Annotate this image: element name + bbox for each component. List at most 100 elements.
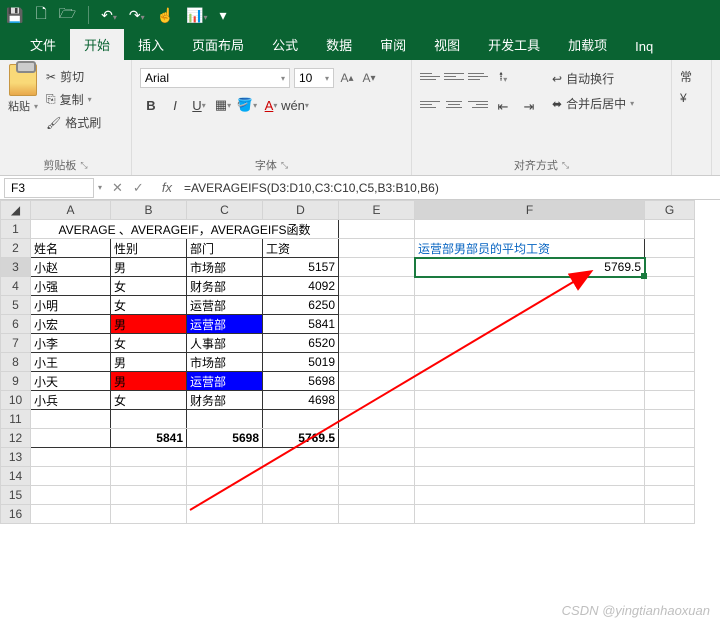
cell[interactable] xyxy=(415,429,645,448)
cell[interactable] xyxy=(339,258,415,277)
cell[interactable] xyxy=(415,391,645,410)
cell[interactable]: 4092 xyxy=(263,277,339,296)
cell[interactable]: 男 xyxy=(111,353,187,372)
cell[interactable] xyxy=(339,315,415,334)
undo-icon[interactable]: ↶▾ xyxy=(101,7,117,24)
cell[interactable] xyxy=(31,467,111,486)
cell[interactable] xyxy=(263,410,339,429)
cell[interactable] xyxy=(415,334,645,353)
cell[interactable]: 女 xyxy=(111,296,187,315)
touch-icon[interactable]: ☝ xyxy=(157,7,174,24)
cell[interactable]: 小宏 xyxy=(31,315,111,334)
cell[interactable]: 男 xyxy=(111,315,187,334)
row-header[interactable]: 4 xyxy=(1,277,31,296)
cell[interactable]: 6520 xyxy=(263,334,339,353)
cell[interactable] xyxy=(415,410,645,429)
cell[interactable]: 性别 xyxy=(111,239,187,258)
col-header-E[interactable]: E xyxy=(339,201,415,220)
cell[interactable]: 工资 xyxy=(263,239,339,258)
cell[interactable] xyxy=(415,277,645,296)
cell[interactable] xyxy=(31,429,111,448)
cell[interactable]: 财务部 xyxy=(187,391,263,410)
cell[interactable]: 人事部 xyxy=(187,334,263,353)
cell[interactable] xyxy=(415,296,645,315)
cell[interactable]: 小兵 xyxy=(31,391,111,410)
align-center-icon[interactable] xyxy=(444,96,464,112)
enter-formula-icon[interactable]: ✓ xyxy=(133,180,144,196)
cell[interactable] xyxy=(31,486,111,505)
cell[interactable]: 5841 xyxy=(111,429,187,448)
cell[interactable] xyxy=(31,448,111,467)
underline-button[interactable]: U▾ xyxy=(188,94,210,116)
cell[interactable]: 小天 xyxy=(31,372,111,391)
cell[interactable]: AVERAGE 、AVERAGEIF，AVERAGEIFS函数 xyxy=(31,220,339,239)
col-header-C[interactable]: C xyxy=(187,201,263,220)
select-all-corner[interactable]: ◢ xyxy=(1,201,31,220)
font-size-select[interactable]: 10▾ xyxy=(294,68,334,88)
orientation-icon[interactable]: ⭫▾ xyxy=(492,68,514,90)
cell[interactable] xyxy=(415,372,645,391)
cell[interactable] xyxy=(31,505,111,524)
cut-button[interactable]: ✂剪切 xyxy=(46,68,101,85)
cell[interactable] xyxy=(339,239,415,258)
cell[interactable]: 5157 xyxy=(263,258,339,277)
cell[interactable]: 女 xyxy=(111,391,187,410)
format-painter-button[interactable]: 🖌格式刷 xyxy=(46,114,101,131)
col-header-F[interactable]: F xyxy=(415,201,645,220)
active-cell[interactable]: 5769.5 xyxy=(415,258,645,277)
paste-button[interactable]: 粘贴▾ xyxy=(8,98,38,114)
row-header[interactable]: 3 xyxy=(1,258,31,277)
cell[interactable]: 女 xyxy=(111,277,187,296)
italic-button[interactable]: I xyxy=(164,94,186,116)
bold-button[interactable]: B xyxy=(140,94,162,116)
cell[interactable] xyxy=(415,220,645,239)
cell[interactable]: 女 xyxy=(111,334,187,353)
cell[interactable]: 5841 xyxy=(263,315,339,334)
cell[interactable]: 5698 xyxy=(263,372,339,391)
row-header[interactable]: 8 xyxy=(1,353,31,372)
fx-icon[interactable]: fx xyxy=(154,180,180,195)
tab-review[interactable]: 审阅 xyxy=(366,29,420,60)
tab-layout[interactable]: 页面布局 xyxy=(178,29,258,60)
row-header[interactable]: 2 xyxy=(1,239,31,258)
row-header[interactable]: 16 xyxy=(1,505,31,524)
border-button[interactable]: ▦▾ xyxy=(212,94,234,116)
cell[interactable]: 小明 xyxy=(31,296,111,315)
row-header[interactable]: 14 xyxy=(1,467,31,486)
row-header[interactable]: 11 xyxy=(1,410,31,429)
qat-customize-icon[interactable]: ▾ xyxy=(219,7,226,24)
tab-addins[interactable]: 加载项 xyxy=(554,29,621,60)
cell[interactable]: 部门 xyxy=(187,239,263,258)
cell[interactable]: 财务部 xyxy=(187,277,263,296)
col-header-B[interactable]: B xyxy=(111,201,187,220)
worksheet-grid[interactable]: ◢ A B C D E F G 1 AVERAGE 、AVERAGEIF，AVE… xyxy=(0,200,720,524)
row-header[interactable]: 6 xyxy=(1,315,31,334)
cell[interactable] xyxy=(111,410,187,429)
grow-font-icon[interactable]: A▴ xyxy=(338,68,356,88)
cell[interactable]: 小强 xyxy=(31,277,111,296)
cell[interactable] xyxy=(187,410,263,429)
cancel-formula-icon[interactable]: ✕ xyxy=(112,180,123,196)
tab-inq[interactable]: Inq xyxy=(621,33,667,60)
cell[interactable] xyxy=(339,220,415,239)
cell[interactable]: 小赵 xyxy=(31,258,111,277)
row-header[interactable]: 9 xyxy=(1,372,31,391)
cell[interactable]: 男 xyxy=(111,258,187,277)
cell[interactable]: 4698 xyxy=(263,391,339,410)
phonetic-button[interactable]: wén▾ xyxy=(284,94,306,116)
cell[interactable] xyxy=(339,277,415,296)
cell[interactable]: 小李 xyxy=(31,334,111,353)
name-box[interactable] xyxy=(4,178,94,198)
font-launcher-icon[interactable]: ⤡ xyxy=(281,160,288,171)
cell[interactable]: 男 xyxy=(111,372,187,391)
font-color-button[interactable]: A▾ xyxy=(260,94,282,116)
cell[interactable] xyxy=(339,391,415,410)
formula-input[interactable]: =AVERAGEIFS(D3:D10,C3:C10,C5,B3:B10,B6) xyxy=(180,181,720,195)
cell[interactable]: 小王 xyxy=(31,353,111,372)
cell[interactable] xyxy=(339,410,415,429)
align-top-icon[interactable] xyxy=(420,68,440,84)
fill-color-button[interactable]: 🪣▾ xyxy=(236,94,258,116)
align-middle-icon[interactable] xyxy=(444,68,464,84)
clipboard-launcher-icon[interactable]: ⤡ xyxy=(80,160,87,171)
merge-center-button[interactable]: ⬌合并后居中▾ xyxy=(552,95,634,112)
